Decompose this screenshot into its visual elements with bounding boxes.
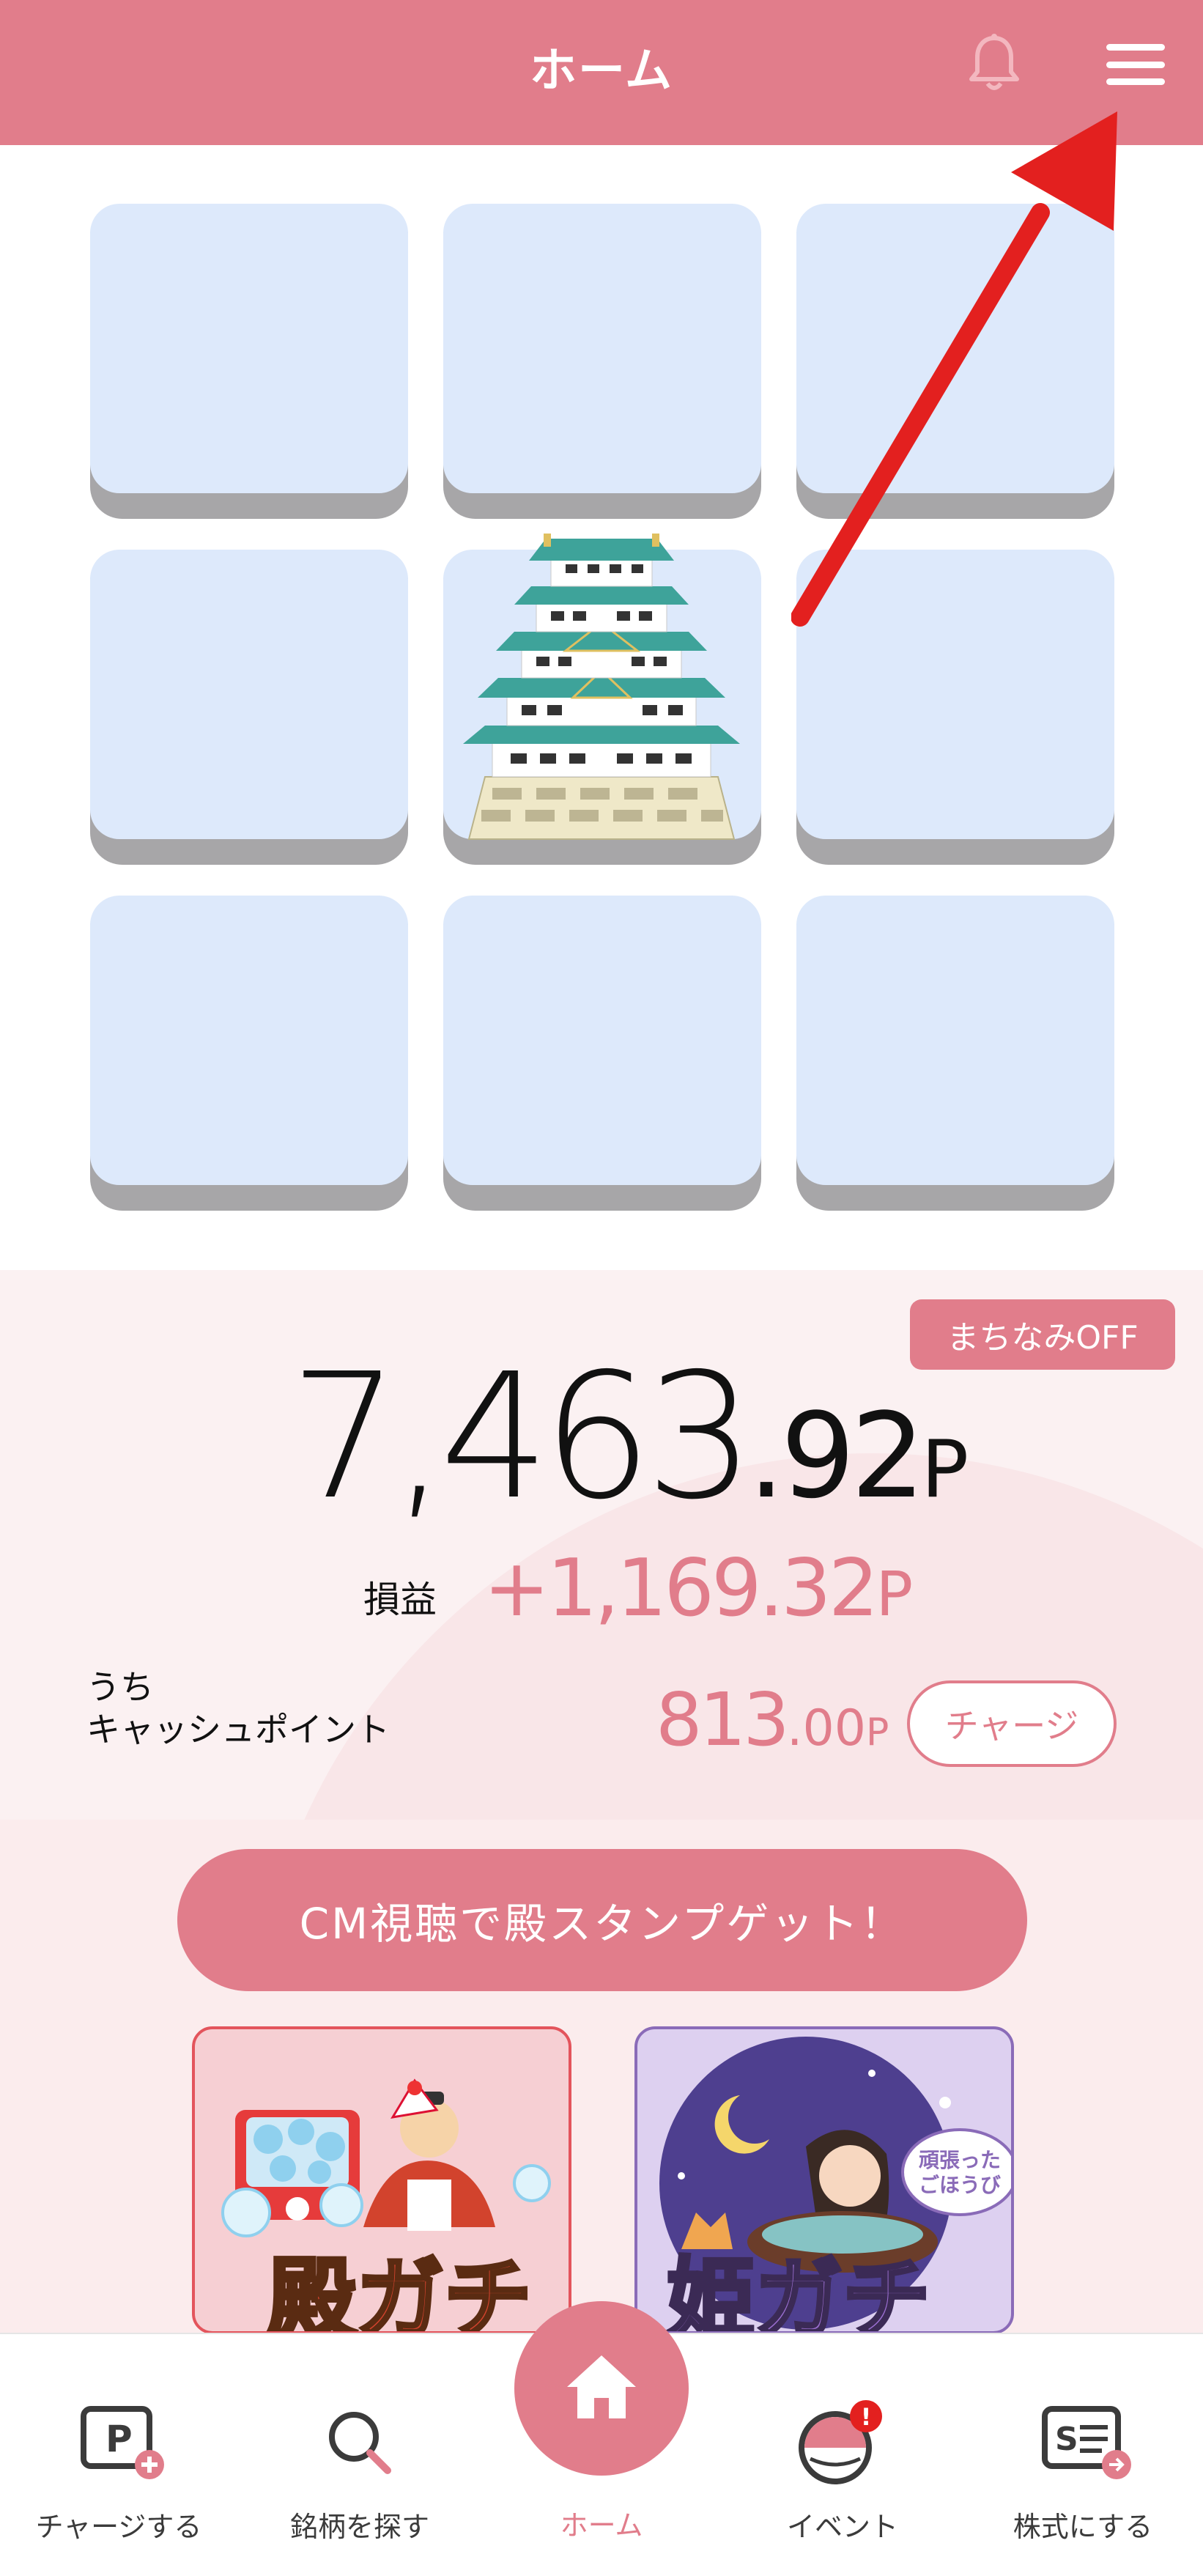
profit-label: 損益 (363, 1579, 437, 1621)
cm-watch-button[interactable]: CM視聴で殿スタンプゲット！ (177, 1849, 1027, 1991)
nav-item-stock[interactable]: S 株式にする (973, 2334, 1193, 2576)
hime-gacha-illustration: 頑張った ごほうび 姫ガチ (659, 2037, 1011, 2334)
svg-text:P: P (106, 2418, 133, 2460)
nav-item-search[interactable]: 銘柄を探す (250, 2334, 470, 2576)
hime-badge-line2: ごほうび (919, 2173, 1001, 2197)
cash-label-line2: キャッシュポイント (86, 1710, 390, 1749)
hamburger-menu-icon[interactable] (1099, 38, 1172, 91)
annotation-arrow (791, 111, 1117, 627)
nav-label: イベント (786, 2511, 898, 2543)
profit-value: +1,169.32P (484, 1543, 913, 1634)
hime-badge-line1: 頑張った (919, 2148, 1001, 2172)
nav-item-home[interactable] (514, 2301, 689, 2476)
svg-text:S: S (1055, 2421, 1078, 2458)
tono-gacha-card[interactable]: 殿ガチ (192, 2026, 571, 2334)
castle-icon (463, 534, 740, 840)
cash-point-value: 813.00P (656, 1677, 889, 1763)
cash-dec: .00 (786, 1700, 867, 1757)
bell-icon[interactable] (961, 31, 1027, 97)
profit-unit: P (876, 1558, 914, 1630)
cash-label-line1: うち (86, 1667, 154, 1707)
total-points: 7,463.92P (289, 1336, 969, 1538)
stamp-cell (443, 896, 761, 1211)
stamp-cell (90, 896, 408, 1211)
points-panel: まちなみOFF 7,463.92P 損益 +1,169.32P うち キャッシュ… (0, 1270, 1203, 1820)
nav-label: 株式にする (1013, 2511, 1153, 2543)
nav-label-home[interactable]: ホーム (492, 2503, 711, 2543)
cash-int: 813 (656, 1677, 790, 1763)
charge-button[interactable]: チャージ (907, 1680, 1117, 1767)
cash-unit: P (866, 1710, 889, 1754)
stamp-cell (443, 204, 761, 519)
hime-gacha-card[interactable]: 頑張った ごほうび 姫ガチ (634, 2026, 1014, 2334)
event-icon: ! (799, 2400, 882, 2484)
stamp-cell (796, 896, 1114, 1211)
event-badge: ! (861, 2403, 872, 2431)
home-icon (567, 2355, 636, 2418)
profit-amount: +1,169.32 (484, 1543, 878, 1634)
nav-label: 銘柄を探す (289, 2511, 429, 2543)
nav-item-charge[interactable]: P チャージする (9, 2334, 229, 2576)
charge-icon: P (81, 2406, 164, 2479)
stock-convert-icon: S (1042, 2406, 1131, 2479)
total-points-unit: P (921, 1424, 969, 1516)
stamp-cell (90, 204, 408, 519)
nav-label: チャージする (35, 2511, 202, 2543)
tono-gacha-title: 殿ガチ (268, 2249, 532, 2334)
total-points-int: 7,463 (289, 1336, 755, 1538)
stamp-cell (90, 550, 408, 865)
search-icon (329, 2412, 391, 2474)
nav-item-event[interactable]: ! イベント (733, 2334, 952, 2576)
total-points-dec: .92 (747, 1387, 925, 1524)
cash-point-label: うち キャッシュポイント (86, 1666, 390, 1751)
tono-gacha-illustration: 殿ガチ (221, 2066, 551, 2334)
hime-gacha-title: 姫ガチ (667, 2249, 930, 2334)
